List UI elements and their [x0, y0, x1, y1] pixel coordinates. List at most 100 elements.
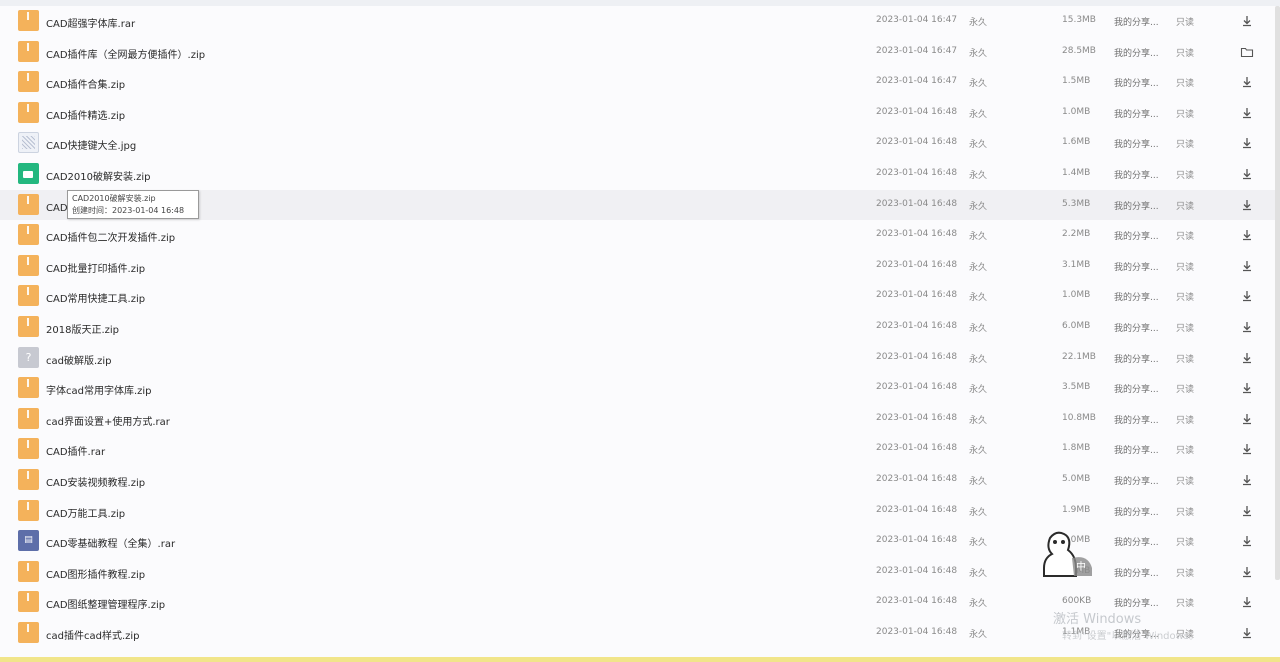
file-name[interactable]: CAD快捷键大全.jpg: [46, 137, 136, 152]
file-name[interactable]: CAD插件精选.zip: [46, 107, 125, 122]
activate-windows-title: 激活 Windows: [1053, 612, 1142, 627]
file-permission: 只读: [1176, 109, 1195, 120]
download-icon[interactable]: [1240, 106, 1254, 120]
download-icon[interactable]: [1240, 289, 1254, 303]
file-row[interactable]: CAD插件.rar 2023-01-04 16:48 永久 1.8MB 我的分享... 只…: [0, 434, 1275, 464]
file-date: 2023-01-04 16:48: [876, 168, 958, 178]
file-name[interactable]: CAD插件包二次开发插件.zip: [46, 229, 175, 244]
file-permission: 只读: [1176, 538, 1195, 549]
file-name[interactable]: CAD批量打印插件.zip: [46, 260, 145, 275]
file-date: 2023-01-04 16:48: [876, 565, 958, 576]
file-validity: 永久: [969, 538, 988, 549]
file-share-status[interactable]: 我的分享...: [1114, 474, 1159, 487]
file-name[interactable]: CAD万能工具.zip: [46, 505, 125, 520]
file-size: 2.2MB: [1062, 229, 1091, 240]
download-icon[interactable]: [1240, 167, 1254, 181]
archive-file-icon: [18, 438, 39, 460]
file-share-status[interactable]: 我的分享...: [1114, 76, 1159, 89]
file-tooltip: CAD2010破解安装.zip 创建时间：2023-01-04 16:48: [67, 190, 199, 219]
file-row[interactable]: CAD插件精选.zip 2023-01-04 16:48 永久 1.0MB 我的分享..…: [0, 98, 1275, 128]
download-icon[interactable]: [1240, 320, 1254, 334]
download-icon[interactable]: [1240, 504, 1254, 518]
file-date: 2023-01-04 16:48: [876, 321, 958, 331]
download-icon[interactable]: [1240, 381, 1254, 395]
file-name[interactable]: cad界面设置+使用方式.rar: [46, 413, 170, 428]
file-row[interactable]: CAD插件库（全网最方便插件）.zip 2023-01-04 16:47 永久 28.…: [0, 37, 1275, 67]
file-row[interactable]: CAD常用快捷工具.zip 2023-01-04 16:48 永久 1.0MB 我的分享…: [0, 281, 1275, 311]
file-share-status[interactable]: 我的分享...: [1114, 382, 1159, 395]
file-share-status[interactable]: 我的分享...: [1114, 15, 1159, 28]
file-size: 1.6MB: [1062, 137, 1091, 148]
file-permission: 只读: [1176, 324, 1195, 334]
file-row[interactable]: cad界面设置+使用方式.rar 2023-01-04 16:48 永久 10.8MB…: [0, 404, 1275, 434]
download-icon[interactable]: [1240, 136, 1254, 150]
file-row[interactable]: 2018版天正.zip 2023-01-04 16:48 永久 6.0MB 我的分享..…: [0, 312, 1275, 342]
file-validity: 永久: [969, 415, 988, 426]
file-row[interactable]: 字体cad常用字体库.zip 2023-01-04 16:48 永久 3.5MB 我的分…: [0, 373, 1275, 403]
file-share-status[interactable]: 我的分享...: [1114, 505, 1159, 518]
download-icon[interactable]: [1240, 75, 1254, 89]
file-row[interactable]: CAD插件包二次开发插件.zip 2023-01-04 16:48 永久 2.2MB 我…: [0, 220, 1275, 250]
file-name[interactable]: CAD超强字体库.rar: [46, 15, 135, 30]
file-row[interactable]: ? cad破解版.zip 2023-01-04 16:48 永久 22.1MB 我的分享.…: [0, 343, 1275, 373]
file-share-status[interactable]: 我的分享...: [1114, 321, 1159, 334]
download-icon[interactable]: [1240, 534, 1254, 548]
download-icon[interactable]: [1240, 595, 1254, 609]
file-name[interactable]: CAD图纸整理管理程序.zip: [46, 596, 165, 611]
file-name[interactable]: cad插件cad样式.zip: [46, 627, 140, 642]
file-share-status[interactable]: 我的分享...: [1114, 260, 1159, 273]
file-name[interactable]: 2018版天正.zip: [46, 321, 119, 336]
file-name[interactable]: CAD常用快捷工具.zip: [46, 290, 145, 305]
download-icon[interactable]: [1240, 412, 1254, 426]
file-name[interactable]: CAD安装视频教程.zip: [46, 474, 145, 489]
file-share-status[interactable]: 我的分享...: [1114, 566, 1159, 579]
file-permission: 只读: [1176, 232, 1195, 243]
file-size: 22.1MB: [1062, 351, 1096, 362]
download-icon[interactable]: [1240, 442, 1254, 456]
file-name[interactable]: CAD插件合集.zip: [46, 76, 125, 91]
file-size: 15.3MB: [1062, 15, 1096, 25]
file-share-status[interactable]: 我的分享...: [1114, 413, 1159, 426]
file-share-status[interactable]: 我的分享...: [1114, 290, 1159, 303]
vertical-scrollbar[interactable]: [1275, 6, 1280, 580]
file-share-status[interactable]: 我的分享...: [1114, 46, 1159, 59]
file-name[interactable]: CAD零基础教程（全集）.rar: [46, 535, 175, 550]
file-date: 2023-01-04 16:48: [876, 106, 958, 117]
download-icon[interactable]: [1240, 259, 1254, 273]
file-row[interactable]: CAD插件合集.zip 2023-01-04 16:47 永久 1.5MB 我的分享..…: [0, 67, 1275, 97]
file-name[interactable]: CAD插件库（全网最方便插件）.zip: [46, 46, 205, 61]
download-icon[interactable]: [1240, 14, 1254, 28]
file-share-status[interactable]: 我的分享...: [1114, 168, 1159, 181]
download-icon[interactable]: [1240, 626, 1254, 640]
file-share-status[interactable]: 我的分享...: [1114, 443, 1159, 456]
file-row[interactable]: CAD万能工具.zip 2023-01-04 16:48 永久 1.9MB 我的分享..…: [0, 496, 1275, 526]
tooltip-filename: CAD2010破解安装.zip: [72, 194, 156, 203]
file-row[interactable]: CAD批量打印插件.zip 2023-01-04 16:48 永久 3.1MB 我的分享…: [0, 251, 1275, 281]
download-icon[interactable]: [1240, 228, 1254, 242]
download-icon[interactable]: [1240, 473, 1254, 487]
file-row[interactable]: CAD超强字体库.rar 2023-01-04 16:47 永久 15.3MB 我的分享…: [0, 6, 1275, 36]
file-share-status[interactable]: 我的分享...: [1114, 107, 1159, 120]
archive-file-icon: [18, 560, 39, 582]
file-date: 2023-01-04 16:48: [876, 351, 958, 362]
file-row[interactable]: CAD2010破解安装.zip 2023-01-04 16:48 永久 1.4MB 我的…: [0, 159, 1275, 189]
file-permission: 只读: [1176, 477, 1195, 487]
file-name[interactable]: CAD2010破解安装.zip: [46, 168, 151, 183]
file-name[interactable]: 字体cad常用字体库.zip: [46, 382, 152, 397]
file-share-status[interactable]: 我的分享...: [1114, 137, 1159, 150]
file-share-status[interactable]: 我的分享...: [1114, 229, 1159, 242]
file-name[interactable]: cad破解版.zip: [46, 352, 112, 367]
archive-file-icon: [18, 591, 39, 613]
file-name[interactable]: CAD插件.rar: [46, 443, 105, 458]
file-share-status[interactable]: 我的分享...: [1114, 199, 1159, 212]
file-validity: 永久: [969, 262, 988, 273]
file-share-status[interactable]: 我的分享...: [1114, 535, 1159, 548]
folder-icon[interactable]: [1240, 45, 1254, 59]
download-icon[interactable]: [1240, 198, 1254, 212]
file-row[interactable]: CAD快捷键大全.jpg 2023-01-04 16:48 永久 1.6MB 我的分享.…: [0, 128, 1275, 158]
file-row[interactable]: CAD安装视频教程.zip 2023-01-04 16:48 永久 5.0MB 我的分享…: [0, 465, 1275, 495]
download-icon[interactable]: [1240, 351, 1254, 365]
file-name[interactable]: CAD图形插件教程.zip: [46, 566, 145, 581]
download-icon[interactable]: [1240, 565, 1254, 579]
file-share-status[interactable]: 我的分享...: [1114, 352, 1159, 365]
